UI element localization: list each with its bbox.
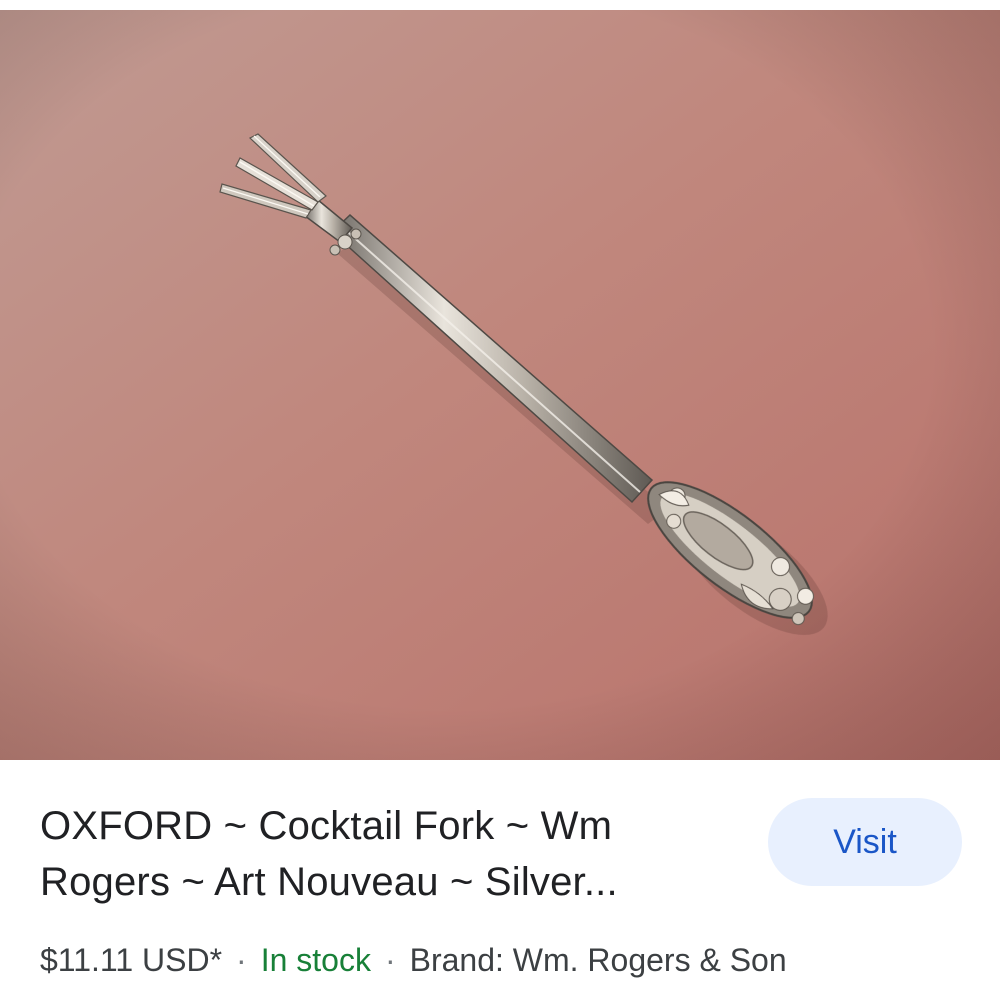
product-title[interactable]: OXFORD ~ Cocktail Fork ~ Wm Rogers ~ Art… [40, 798, 730, 910]
separator-dot: · [384, 942, 396, 978]
brand: Brand: Wm. Rogers & Son [409, 942, 787, 978]
product-meta: $11.11 USD* · In stock · Brand: Wm. Rogers &… [40, 938, 787, 982]
visit-button[interactable]: Visit [768, 798, 962, 886]
stock-status: In stock [260, 942, 371, 978]
product-card: OXFORD ~ Cocktail Fork ~ Wm Rogers ~ Art… [0, 0, 1000, 997]
product-image[interactable] [0, 10, 1000, 760]
price: $11.11 USD* [40, 942, 223, 978]
fork-photo [0, 10, 1000, 760]
separator-dot: · [236, 942, 247, 978]
